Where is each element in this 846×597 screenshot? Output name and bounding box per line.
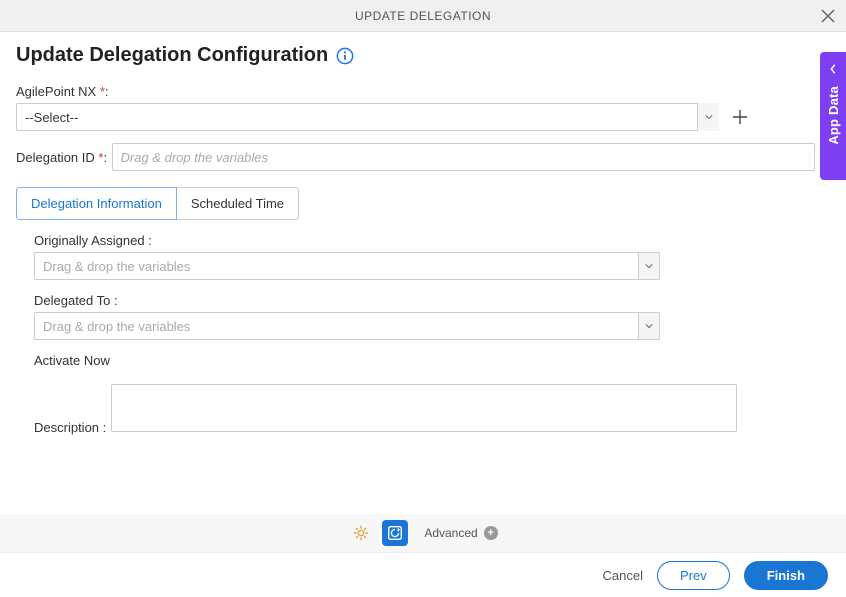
page-title: Update Delegation Configuration	[16, 44, 328, 67]
prev-button[interactable]: Prev	[657, 561, 730, 590]
chevron-left-icon	[828, 64, 838, 74]
tab-bar: Delegation Information Scheduled Time	[16, 187, 830, 220]
activate-now-label: Activate Now	[34, 353, 110, 368]
chevron-down-icon	[705, 114, 713, 120]
chevron-down-icon	[645, 323, 653, 329]
advanced-label: Advanced	[424, 526, 477, 540]
delegated-to-caret[interactable]	[638, 312, 660, 340]
delegation-id-label: Delegation ID *:	[16, 150, 107, 165]
cancel-button[interactable]: Cancel	[603, 568, 643, 583]
delegated-to-input[interactable]	[34, 312, 638, 340]
info-icon[interactable]	[336, 47, 354, 65]
app-data-label: App Data	[826, 86, 841, 145]
refresh-button[interactable]	[382, 520, 408, 546]
agilepoint-select-caret[interactable]	[697, 103, 719, 131]
advanced-toggle[interactable]: Advanced +	[424, 526, 497, 540]
plus-icon	[732, 109, 748, 125]
refresh-icon	[386, 524, 404, 542]
dialog-footer: Cancel Prev Finish	[0, 552, 846, 597]
dialog-title: UPDATE DELEGATION	[355, 9, 491, 23]
originally-assigned-caret[interactable]	[638, 252, 660, 280]
delegated-to-label: Delegated To :	[34, 293, 118, 308]
description-label: Description :	[34, 420, 106, 435]
settings-button[interactable]	[348, 520, 374, 546]
agilepoint-select[interactable]	[16, 103, 719, 131]
tab-scheduled-time[interactable]: Scheduled Time	[176, 187, 299, 220]
chevron-down-icon	[645, 263, 653, 269]
plus-circle-icon: +	[484, 526, 498, 540]
gear-icon	[352, 524, 370, 542]
dialog-header: UPDATE DELEGATION	[0, 0, 846, 32]
originally-assigned-label: Originally Assigned :	[34, 233, 152, 248]
finish-button[interactable]: Finish	[744, 561, 828, 590]
originally-assigned-input[interactable]	[34, 252, 638, 280]
app-data-panel-toggle[interactable]: App Data	[820, 52, 846, 180]
close-button[interactable]	[818, 6, 838, 26]
tab-delegation-information[interactable]: Delegation Information	[16, 187, 177, 220]
close-icon	[821, 9, 835, 23]
description-textarea[interactable]	[111, 384, 737, 432]
agilepoint-label: AgilePoint NX *:	[16, 84, 109, 99]
add-agilepoint-button[interactable]	[729, 106, 751, 128]
delegation-id-input[interactable]	[112, 143, 815, 171]
bottom-toolbar: Advanced +	[0, 514, 846, 552]
